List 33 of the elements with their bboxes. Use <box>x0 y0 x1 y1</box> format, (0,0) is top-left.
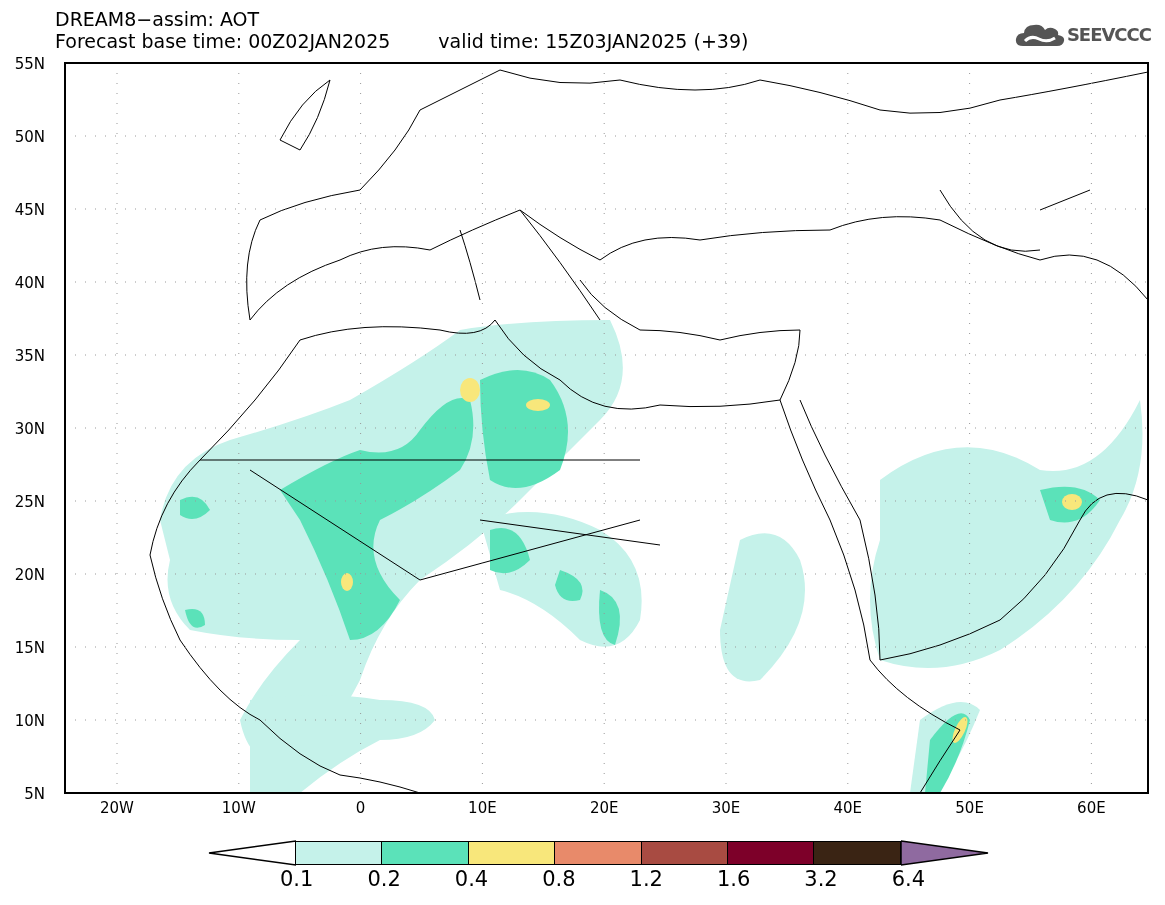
latitude-label: 35N <box>14 347 45 365</box>
longitude-label: 40E <box>833 799 863 815</box>
latitude-label: 40N <box>14 274 45 292</box>
colorbar-label: 6.4 <box>890 866 927 892</box>
latitude-label: 50N <box>14 128 45 146</box>
colorbar-label: 1.2 <box>628 866 664 892</box>
forecast-base-time: Forecast base time: 00Z02JAN2025 <box>55 30 391 52</box>
latitude-label: 55N <box>14 55 45 73</box>
longitude-label: 10E <box>468 799 497 815</box>
longitude-label: 10W <box>221 799 256 815</box>
latitude-label: 25N <box>14 493 45 511</box>
latitude-label: 30N <box>14 420 45 438</box>
latitude-label: 10N <box>14 712 45 730</box>
colorbar-label: 0.8 <box>541 866 577 892</box>
longitude-label: 60E <box>1077 799 1106 815</box>
longitude-label: 30E <box>711 799 741 815</box>
colorbar-label: 0.4 <box>453 866 490 892</box>
latitude-label: 20N <box>14 566 45 584</box>
latitude-label: 15N <box>14 639 45 657</box>
logo-text: SEEVCCC <box>1066 24 1151 46</box>
longitude-label: 0 <box>355 799 366 815</box>
colorbar-label: 3.2 <box>803 866 839 892</box>
longitude-label: 20W <box>100 799 134 815</box>
longitude-label: 50E <box>955 799 984 815</box>
map-title: DREAM8−assim: AOT <box>55 8 261 30</box>
cloud-logo-icon <box>1014 22 1065 48</box>
latitude-label: 45N <box>14 201 45 219</box>
colorbar-label: 0.1 <box>279 866 315 892</box>
colorbar-label: 1.6 <box>715 866 752 892</box>
colorbar-label: 0.2 <box>366 866 402 892</box>
longitude-label: 20E <box>589 799 619 815</box>
valid-time: valid time: 15Z03JAN2025 (+39) <box>438 30 749 52</box>
latitude-label: 5N <box>24 785 45 803</box>
